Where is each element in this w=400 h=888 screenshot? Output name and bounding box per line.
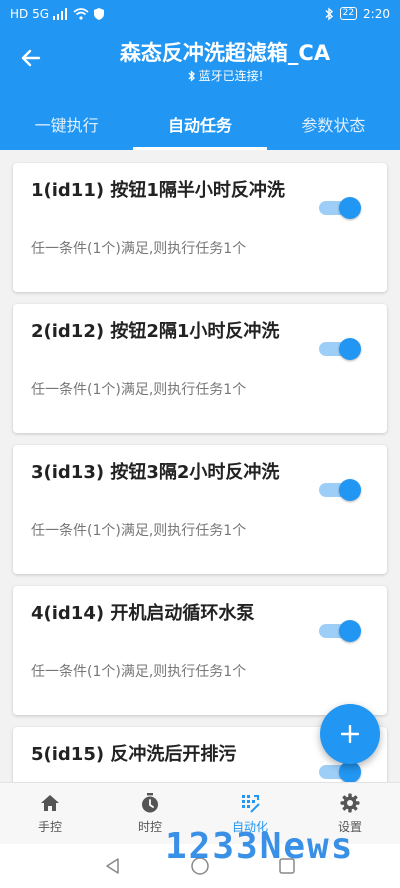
bluetooth-status-icon — [325, 7, 333, 20]
bluetooth-icon — [188, 69, 195, 82]
task-card[interactable]: 3(id13) 按钮3隔2小时反冲洗 任一条件(1个)满足,则执行任务1个 — [13, 445, 387, 574]
stopwatch-icon — [142, 793, 158, 813]
task-toggle[interactable] — [319, 618, 361, 642]
vpn-shield-icon — [94, 7, 105, 20]
system-back-icon[interactable] — [104, 857, 122, 875]
task-toggle[interactable] — [319, 477, 361, 501]
wifi-icon — [73, 7, 89, 20]
toggle-thumb — [339, 620, 361, 642]
task-title: 4(id14) 开机启动循环水泵 — [31, 603, 255, 624]
toggle-thumb — [339, 761, 361, 782]
automation-icon — [242, 795, 260, 813]
toggle-thumb — [339, 479, 361, 501]
clock: 2:20 — [363, 6, 390, 21]
task-list: 1(id11) 按钮1隔半小时反冲洗 任一条件(1个)满足,则执行任务1个 2(… — [0, 150, 400, 782]
tab-auto-tasks[interactable]: 自动任务 — [133, 97, 267, 150]
gear-icon — [340, 793, 360, 813]
battery-indicator: 22 — [339, 7, 358, 20]
tab-bar: 一键执行 自动任务 参数状态 — [0, 97, 400, 150]
task-title: 1(id11) 按钮1隔半小时反冲洗 — [31, 180, 285, 201]
task-toggle[interactable] — [319, 195, 361, 219]
task-title: 5(id15) 反冲洗后开排污 — [31, 744, 237, 765]
task-card[interactable]: 1(id11) 按钮1隔半小时反冲洗 任一条件(1个)满足,则执行任务1个 — [13, 163, 387, 292]
home-icon — [41, 795, 59, 811]
connection-status: 蓝牙已连接! — [60, 67, 390, 84]
tab-one-click[interactable]: 一键执行 — [0, 97, 133, 150]
watermark-logo: 1233News — [165, 826, 355, 867]
task-card[interactable]: 2(id12) 按钮2隔1小时反冲洗 任一条件(1个)满足,则执行任务1个 — [13, 304, 387, 433]
task-description: 任一条件(1个)满足,则执行任务1个 — [31, 241, 247, 257]
signal-icon — [53, 7, 68, 20]
task-title: 3(id13) 按钮3隔2小时反冲洗 — [31, 462, 280, 483]
back-button[interactable] — [14, 41, 48, 75]
task-description: 任一条件(1个)满足,则执行任务1个 — [31, 523, 247, 539]
connection-status-text: 蓝牙已连接! — [198, 69, 264, 83]
task-card[interactable]: 4(id14) 开机启动循环水泵 任一条件(1个)满足,则执行任务1个 — [13, 586, 387, 715]
tab-param-status[interactable]: 参数状态 — [267, 97, 400, 150]
arrow-left-icon — [21, 49, 41, 67]
status-bar: HD 5G 22 2:20 — [0, 0, 400, 27]
status-left: HD 5G — [10, 7, 105, 21]
task-description: 任一条件(1个)满足,则执行任务1个 — [31, 382, 247, 398]
status-right: 22 2:20 — [324, 7, 390, 21]
task-title: 2(id12) 按钮2隔1小时反冲洗 — [31, 321, 280, 342]
task-toggle[interactable] — [319, 336, 361, 360]
nav-label: 时控 — [137, 820, 162, 834]
add-task-button[interactable] — [320, 704, 380, 764]
nav-item-manual[interactable]: 手控 — [0, 783, 100, 844]
toggle-thumb — [339, 197, 361, 219]
page-title: 森态反冲洗超滤箱_CA — [119, 41, 331, 65]
network-indicator: HD 5G — [10, 6, 50, 21]
plus-icon — [341, 725, 359, 743]
nav-label: 手控 — [37, 820, 62, 834]
app-bar: 森态反冲洗超滤箱_CA 蓝牙已连接! 一键执行 自动任务 参数状态 — [0, 27, 400, 150]
toggle-thumb — [339, 338, 361, 360]
task-description: 任一条件(1个)满足,则执行任务1个 — [31, 664, 247, 680]
